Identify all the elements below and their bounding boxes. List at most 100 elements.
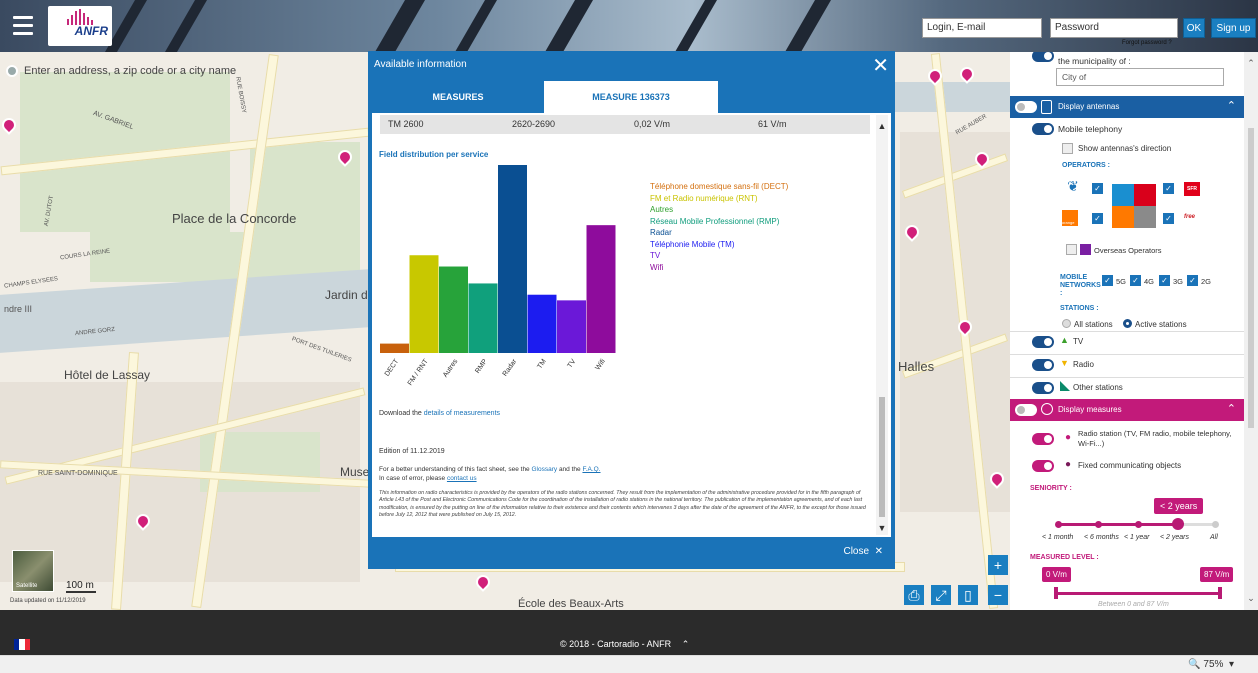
- street-label: PORT DES TUILERIES: [290, 336, 353, 364]
- signup-button[interactable]: Sign up: [1211, 18, 1256, 38]
- radio-icon: ▼: [1060, 358, 1069, 368]
- zoom-control[interactable]: 🔍 75% ▾: [1188, 659, 1234, 670]
- chevron-up-icon[interactable]: ⌃: [682, 639, 690, 649]
- panel-scrollbar[interactable]: ⌃ ⌄: [1244, 52, 1258, 610]
- address-search[interactable]: Enter an address, a zip code or a city n…: [6, 62, 366, 80]
- measure-pin[interactable]: [0, 115, 19, 135]
- modal-title: Available information: [374, 59, 467, 70]
- menu-icon: [13, 15, 33, 19]
- chart-tick-label: RMP: [474, 358, 489, 375]
- help-text: For a better understanding of this fact …: [379, 465, 859, 483]
- faq-link[interactable]: F.A.Q.: [582, 466, 600, 473]
- chevron-up-icon[interactable]: ⌃: [1227, 402, 1236, 415]
- municipality-toggle[interactable]: [1032, 52, 1054, 62]
- seniority-tick: All: [1210, 534, 1218, 541]
- details-link[interactable]: details of measurements: [424, 410, 500, 417]
- chevron-up-icon[interactable]: ⌃: [1227, 99, 1236, 112]
- tv-label: TV: [1073, 337, 1084, 346]
- seniority-slider-handle[interactable]: [1172, 518, 1184, 530]
- chart-bar: [557, 300, 586, 353]
- overseas-checkbox[interactable]: [1066, 244, 1077, 255]
- scroll-thumb[interactable]: [879, 397, 885, 517]
- forgot-password-link[interactable]: Forgot password ?: [1122, 40, 1172, 46]
- radio-toggle[interactable]: [1032, 359, 1054, 371]
- header-decoration: [674, 0, 718, 52]
- other-stations-toggle[interactable]: [1032, 382, 1054, 394]
- operator-checkbox[interactable]: ✓: [1092, 213, 1103, 224]
- divider: [1010, 331, 1244, 332]
- fullscreen-icon[interactable]: ⤢: [931, 585, 951, 605]
- active-stations-radio[interactable]: [1123, 319, 1132, 328]
- satellite-toggle[interactable]: Satellite: [12, 550, 54, 592]
- scroll-down-icon[interactable]: ▼: [876, 523, 888, 533]
- overseas-icon: [1080, 244, 1091, 255]
- slider-dot[interactable]: [1212, 521, 1219, 528]
- copyright-text: © 2018 - Cartoradio - ANFR ⌃: [560, 639, 689, 650]
- sfr-logo-icon: SFR: [1184, 182, 1200, 196]
- tv-toggle[interactable]: [1032, 336, 1054, 348]
- print-icon[interactable]: ⎙: [904, 585, 924, 605]
- network-5g-checkbox[interactable]: ✓: [1102, 275, 1113, 286]
- chart-bar: [527, 294, 557, 353]
- modal-scrollbar[interactable]: ▲ ▼: [876, 115, 888, 535]
- chart-title: Field distribution per service: [379, 150, 489, 159]
- tab-measures[interactable]: MEASURES: [372, 81, 544, 113]
- operator-checkbox[interactable]: ✓: [1092, 183, 1103, 194]
- ok-button[interactable]: OK: [1183, 18, 1205, 38]
- measure-pin[interactable]: [957, 64, 977, 84]
- network-2g-checkbox[interactable]: ✓: [1187, 275, 1198, 286]
- slider-dot[interactable]: [1135, 521, 1142, 528]
- scroll-up-icon[interactable]: ⌃: [1244, 58, 1258, 69]
- level-slider-max-handle[interactable]: [1218, 587, 1222, 599]
- anfr-logo[interactable]: ANFR: [48, 6, 112, 46]
- slider-dot[interactable]: [1095, 521, 1102, 528]
- network-3g-checkbox[interactable]: ✓: [1159, 275, 1170, 286]
- zoom-out-button[interactable]: −: [988, 585, 1008, 605]
- scroll-thumb[interactable]: [1248, 128, 1254, 428]
- zoom-in-button[interactable]: +: [988, 555, 1008, 575]
- display-antennas-toggle[interactable]: [1015, 101, 1037, 113]
- other-stations-icon: [1060, 381, 1070, 391]
- scroll-up-icon[interactable]: ▲: [876, 121, 888, 131]
- display-measures-toggle[interactable]: [1015, 404, 1037, 416]
- band-cell: 2620-2690: [512, 119, 556, 129]
- level-slider-track[interactable]: [1056, 592, 1220, 595]
- limit-cell: 61 V/m: [758, 119, 787, 129]
- tab-measure-detail[interactable]: MEASURE 136373: [544, 81, 718, 113]
- operator-logo-icon: [1134, 184, 1156, 206]
- ruler-icon[interactable]: ▯: [958, 585, 978, 605]
- street-label: RUE BOISSY: [234, 76, 247, 114]
- contact-link[interactable]: contact us: [447, 475, 477, 482]
- display-measures-header[interactable]: Display measures ⌃: [1010, 399, 1244, 421]
- measure-pin[interactable]: [473, 572, 493, 592]
- fixed-objects-toggle[interactable]: [1032, 460, 1054, 472]
- measure-icon: [1041, 403, 1053, 415]
- radio-station-label: Radio station (TV, FM radio, mobile tele…: [1078, 429, 1232, 448]
- city-input[interactable]: City of: [1056, 68, 1224, 86]
- slider-dot[interactable]: [1055, 521, 1062, 528]
- radio-station-toggle[interactable]: [1032, 433, 1054, 445]
- level-range-text: Between 0 and 87 V/m: [1098, 601, 1169, 608]
- password-input[interactable]: Password: [1050, 18, 1178, 38]
- network-4g-checkbox[interactable]: ✓: [1130, 275, 1141, 286]
- menu-button[interactable]: [6, 8, 40, 42]
- modal-close-button[interactable]: Close ✕: [843, 546, 883, 557]
- login-input[interactable]: Login, E-mail: [922, 18, 1042, 38]
- operator-logo-icon: [1112, 184, 1134, 206]
- operator-checkbox[interactable]: ✓: [1163, 183, 1174, 194]
- all-stations-radio[interactable]: [1062, 319, 1071, 328]
- show-direction-checkbox[interactable]: [1062, 143, 1073, 154]
- level-slider-min-handle[interactable]: [1054, 587, 1058, 599]
- zoom-level: 75%: [1203, 659, 1224, 670]
- mobile-telephony-label: Mobile telephony: [1058, 124, 1123, 134]
- header-decoration: [784, 0, 832, 52]
- mobile-telephony-toggle[interactable]: [1032, 123, 1054, 135]
- display-antennas-label: Display antennas: [1058, 102, 1120, 111]
- layers-panel: the municipality of : City of Display an…: [1010, 52, 1258, 610]
- close-icon[interactable]: ✕: [872, 53, 889, 78]
- display-antennas-header[interactable]: Display antennas ⌃: [1010, 96, 1244, 118]
- glossary-link[interactable]: Glossary: [531, 466, 557, 473]
- scroll-down-icon[interactable]: ⌄: [1244, 593, 1258, 604]
- operator-checkbox[interactable]: ✓: [1163, 213, 1174, 224]
- french-flag-icon[interactable]: [14, 639, 30, 650]
